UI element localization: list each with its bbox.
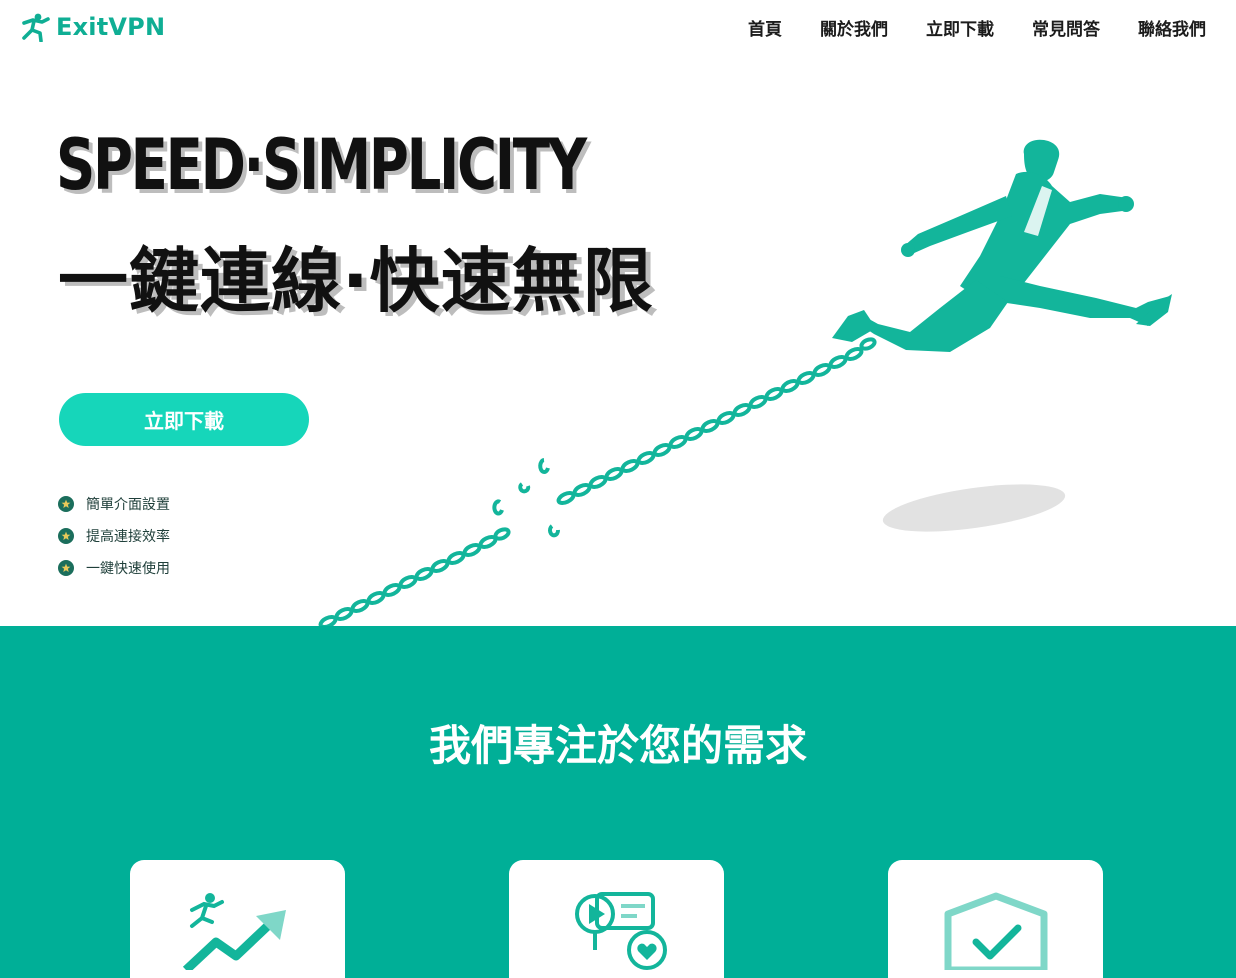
brand-logo[interactable]: ExitVPN: [20, 12, 165, 42]
download-now-button[interactable]: 立即下載: [59, 393, 309, 446]
nav-item-faq[interactable]: 常見問答: [1032, 15, 1100, 40]
feature-label: 提高連接效率: [86, 529, 170, 545]
brand-name: ExitVPN: [56, 13, 166, 41]
feature-list: 簡單介面設置 提高連接效率 一鍵快速使用: [58, 488, 170, 584]
section-title: 我們專注於您的需求: [428, 721, 807, 770]
list-item: 簡單介面設置: [58, 488, 170, 520]
growth-chart-icon: [182, 893, 286, 970]
list-item: 一鍵快速使用: [58, 552, 170, 584]
shield-check-icon: [944, 892, 1047, 970]
site-header: ExitVPN 首頁 關於我們 立即下載 常見問答 聯絡我們: [0, 0, 1236, 56]
feature-card-speed: [130, 860, 345, 978]
feature-label: 一鍵快速使用: [86, 561, 170, 577]
nav-item-contact[interactable]: 聯絡我們: [1138, 15, 1206, 40]
star-badge-icon: [58, 496, 74, 512]
running-man-icon: [22, 13, 50, 42]
feature-card-media: [509, 860, 724, 978]
feature-card-security: [888, 860, 1103, 978]
hero-section: SPEED·SIMPLICITY 一鍵連線·快速無限 立即下載 簡單介面設置 提…: [0, 56, 1236, 626]
hero-headline-en: SPEED·SIMPLICITY: [56, 124, 587, 206]
feature-label: 簡單介面設置: [86, 497, 170, 513]
needs-section: 我們專注於您的需求: [0, 626, 1236, 978]
star-badge-icon: [58, 560, 74, 576]
nav-item-about[interactable]: 關於我們: [820, 15, 888, 40]
list-item: 提高連接效率: [58, 520, 170, 552]
hero-headline-zh: 一鍵連線·快速無限: [58, 240, 654, 322]
star-badge-icon: [58, 528, 74, 544]
nav-item-download[interactable]: 立即下載: [926, 15, 994, 40]
main-nav: 首頁 關於我們 立即下載 常見問答 聯絡我們: [748, 15, 1206, 40]
media-devices-icon: [574, 892, 667, 970]
nav-item-home[interactable]: 首頁: [748, 15, 782, 40]
